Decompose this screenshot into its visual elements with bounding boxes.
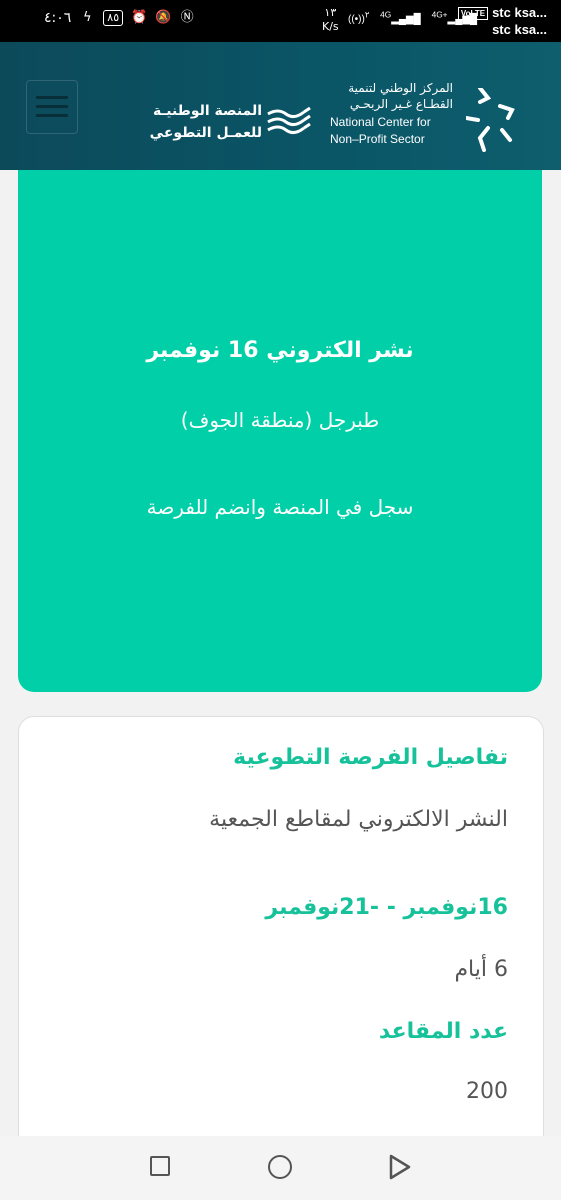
home-icon[interactable] — [268, 1155, 292, 1179]
ncnp-english-name: National Center for Non–Profit Sector — [330, 114, 460, 148]
carrier-2: stc ksa... — [492, 22, 547, 37]
hero-title: نشر الكتروني 16 نوفمبر — [146, 338, 414, 363]
hero-location: طبرجل (منطقة الجوف) — [180, 408, 380, 432]
platform-name: المنصة الوطنيـة للعمـل التطوعي — [140, 100, 262, 144]
volte-icon: VoLTE — [457, 7, 489, 21]
hotspot-icon: ((•))٢ — [348, 10, 370, 26]
ncnp-ar-line1: المركز الوطني لتنمية — [348, 81, 453, 95]
ncnp-logo[interactable]: المركز الوطني لتنمية القطـاع غـير الربحـ… — [330, 80, 520, 154]
details-date-range: 16نوفمبر - -21نوفمبر — [265, 895, 508, 920]
menu-button[interactable] — [26, 80, 78, 134]
ncnp-en-line1: National Center for — [330, 115, 431, 129]
seats-value: 200 — [466, 1079, 508, 1104]
speed-value: ١٣ — [324, 6, 337, 19]
details-duration: 6 أيام — [454, 957, 508, 982]
platform-name-line2: للعمـل التطوعي — [149, 125, 262, 141]
signal-icon-1: 4G▂▄▆█ — [380, 10, 421, 26]
volunteer-platform-logo[interactable]: المنصة الوطنيـة للعمـل التطوعي — [140, 100, 325, 150]
ncnp-en-line2: Non–Profit Sector — [330, 132, 425, 146]
hamburger-line — [36, 96, 68, 99]
platform-name-line1: المنصة الوطنيـة — [152, 103, 262, 119]
recents-icon[interactable] — [150, 1156, 170, 1176]
opportunity-details-card: تفاصيل الفرصة التطوعية النشر الالكتروني … — [18, 716, 544, 1158]
ncnp-emblem-icon — [466, 88, 515, 152]
charging-icon: ϟ — [82, 10, 92, 25]
alarm-icon: ⏰ — [131, 10, 148, 25]
details-heading: تفاصيل الفرصة التطوعية — [233, 745, 508, 770]
speed-unit: K/s — [322, 20, 339, 33]
status-time: ٤:٠٦ — [44, 10, 72, 26]
status-bar: ٤:٠٦ ϟ ٨٥ ⏰ 🔕 Ⓝ ١٣ K/s ((•))٢ 4G▂▄▆█ 4G+… — [0, 0, 561, 42]
network-speed: ١٣ K/s — [322, 6, 339, 34]
hamburger-line — [36, 114, 68, 117]
carriers: VoLTE stc ksa... stc ksa... — [457, 4, 547, 38]
mute-bell-icon: 🔕 — [155, 10, 172, 25]
platform-emblem-icon — [267, 106, 311, 135]
ncnp-ar-line2: القطـاع غـير الربحـي — [349, 97, 453, 111]
details-description: النشر الالكتروني لمقاطع الجمعية — [209, 807, 508, 832]
carrier-1: stc ksa... — [492, 5, 547, 20]
site-header: المنصة الوطنيـة للعمـل التطوعي المركز ال… — [0, 42, 561, 170]
ncnp-arabic-name: المركز الوطني لتنمية القطـاع غـير الربحـ… — [330, 80, 453, 112]
system-navigation-bar — [0, 1136, 561, 1200]
nfc-icon: Ⓝ — [180, 10, 194, 25]
opportunity-hero-banner: نشر الكتروني 16 نوفمبر طبرجل (منطقة الجو… — [18, 170, 542, 692]
seats-label: عدد المقاعد — [378, 1019, 508, 1044]
status-left: ٤:٠٦ ϟ ٨٥ ⏰ 🔕 Ⓝ — [44, 10, 195, 26]
hamburger-line — [36, 105, 68, 108]
hero-cta[interactable]: سجل في المنصة وانضم للفرصة — [18, 495, 542, 519]
battery-icon: ٨٥ — [103, 10, 124, 26]
back-icon[interactable] — [388, 1154, 412, 1180]
